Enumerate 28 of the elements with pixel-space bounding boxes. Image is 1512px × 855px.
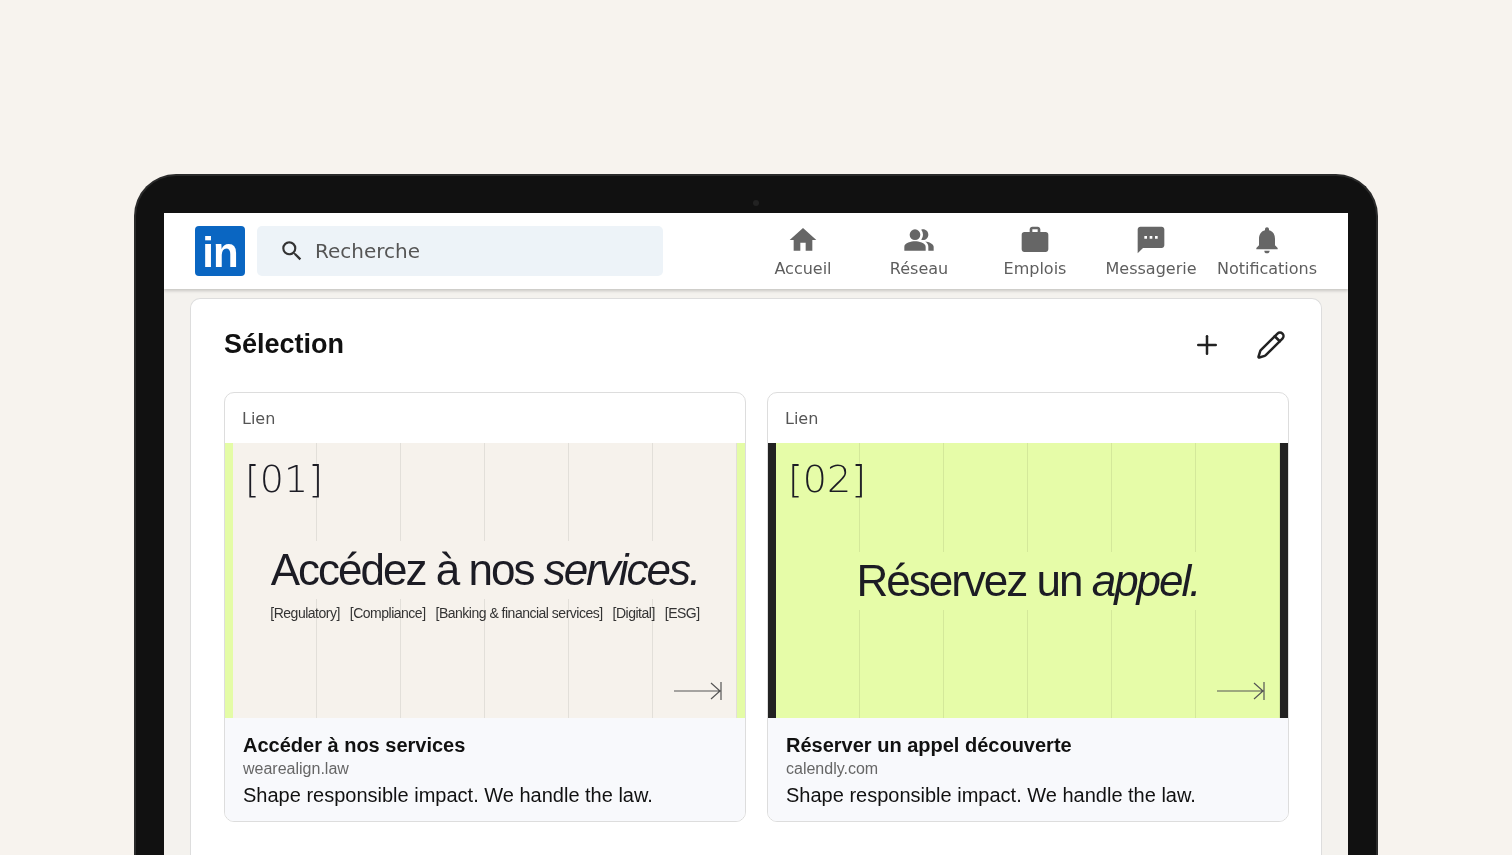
section-title: Sélection <box>224 329 345 360</box>
banner-tag: [ESG] <box>664 604 700 621</box>
banner-tag: [Digital] <box>612 604 655 621</box>
card-title: Accéder à nos services <box>243 734 467 757</box>
nav-item[interactable]: Réseau <box>861 224 977 278</box>
search-field[interactable]: Recherche <box>257 226 663 276</box>
arrow-icon <box>673 680 723 702</box>
card-type: Lien <box>784 407 820 430</box>
card-description: Shape responsible impact. We handle the law. <box>786 784 1197 807</box>
logo[interactable]: in <box>195 226 245 276</box>
banner-number: [02] <box>788 457 866 501</box>
arrow-icon <box>1216 680 1266 702</box>
banner-tag: [Banking & financial services] <box>435 604 603 621</box>
nav-item[interactable]: Messagerie <box>1093 224 1209 278</box>
card-description: Shape responsible impact. We handle the law. <box>243 784 654 807</box>
link-card[interactable]: Lien [02] Réservez un appel. Réserver un appel découverte calendly.com Shape responsible impact. We handle the law. <box>767 392 1289 822</box>
nav-item[interactable]: Notifications <box>1209 224 1325 278</box>
nav-item[interactable]: Emplois <box>977 224 1093 278</box>
banner-number: [01] <box>245 457 323 501</box>
card-title: Réserver un appel découverte <box>786 734 1073 757</box>
banner-tag: [Regulatory] <box>270 604 340 621</box>
nav-item[interactable]: Accueil <box>745 224 861 278</box>
card-domain: wearealign.law <box>243 760 350 778</box>
edit-button[interactable] <box>1256 329 1286 360</box>
card-domain: calendly.com <box>786 760 880 778</box>
card-type: Lien <box>241 407 277 430</box>
banner-tag: [Compliance] <box>349 604 426 621</box>
link-card[interactable]: Lien [01] Accédez à nos services. [Regulatory] [Compliance] [Banking & financial services] [Digital] [ESG] Accéder à nos services wearealign.law Shape responsible impact. We handle the law. <box>224 392 746 822</box>
